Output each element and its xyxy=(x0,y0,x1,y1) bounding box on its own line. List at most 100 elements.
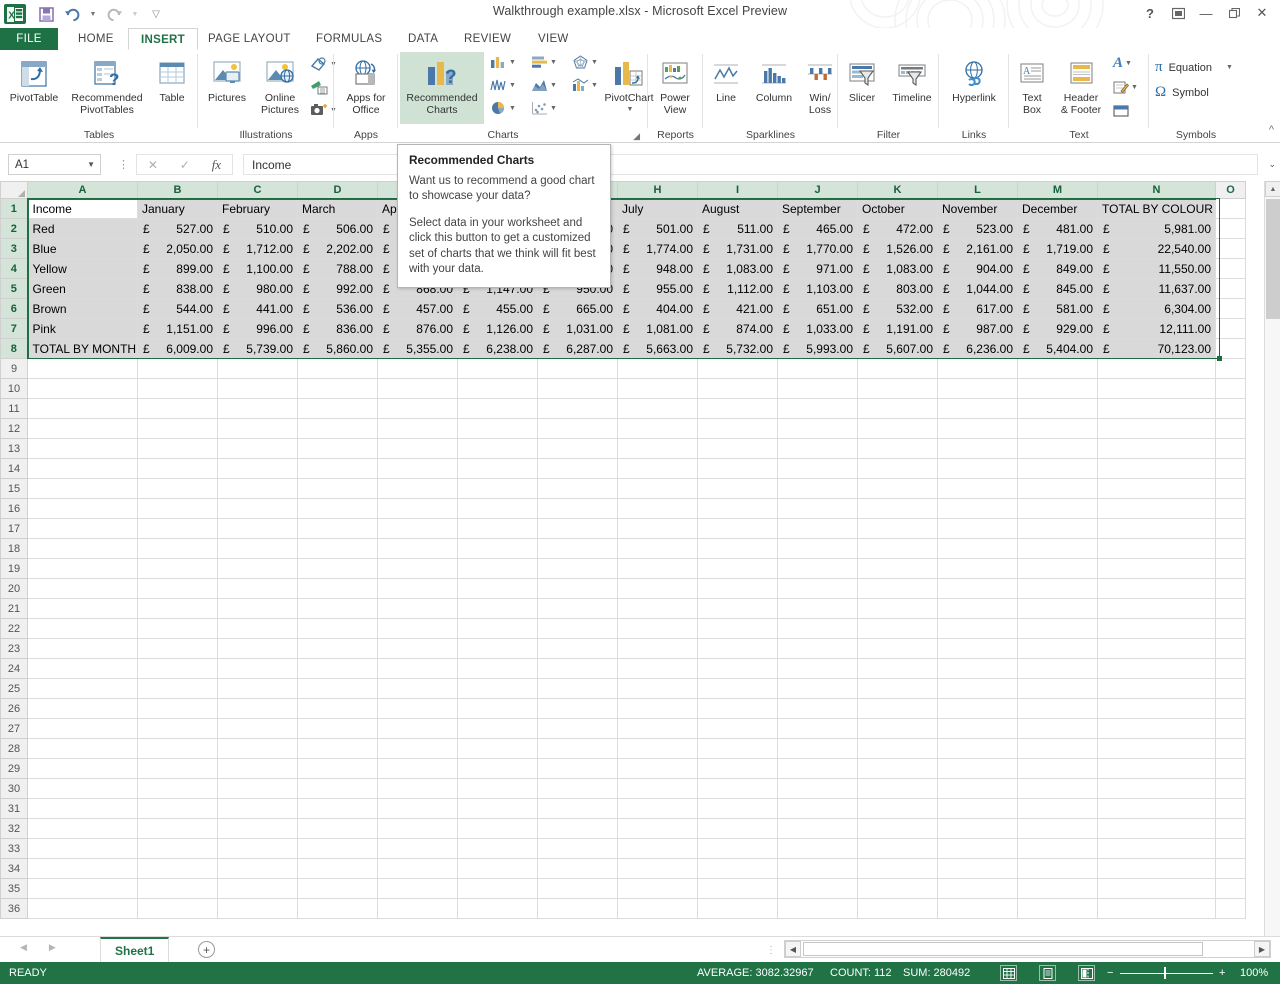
next-sheet-icon[interactable]: ▶ xyxy=(49,942,56,953)
cell-A9[interactable] xyxy=(28,359,138,379)
cell-N31[interactable] xyxy=(1098,799,1216,819)
cell-A34[interactable] xyxy=(28,859,138,879)
cell-N23[interactable] xyxy=(1098,639,1216,659)
cell-F16[interactable] xyxy=(458,499,538,519)
cell-K20[interactable] xyxy=(858,579,938,599)
cell-J15[interactable] xyxy=(778,479,858,499)
cancel-formula-icon[interactable]: ✕ xyxy=(148,158,158,172)
name-box[interactable]: A1 ▼ xyxy=(8,154,101,175)
text-box-button[interactable]: A Text Box xyxy=(1011,52,1053,120)
cell-F18[interactable] xyxy=(458,539,538,559)
cell-B29[interactable] xyxy=(138,759,218,779)
cell-C3[interactable]: £1,712.00 xyxy=(218,239,298,259)
cell-J4[interactable]: £971.00 xyxy=(778,259,858,279)
cell-G25[interactable] xyxy=(538,679,618,699)
cell-I13[interactable] xyxy=(698,439,778,459)
tab-data[interactable]: DATA xyxy=(396,28,450,50)
cell-H18[interactable] xyxy=(618,539,698,559)
cell-N17[interactable] xyxy=(1098,519,1216,539)
cell-N27[interactable] xyxy=(1098,719,1216,739)
tab-formulas[interactable]: FORMULAS xyxy=(304,28,394,50)
cell-F36[interactable] xyxy=(458,899,538,919)
cell-B27[interactable] xyxy=(138,719,218,739)
cell-C19[interactable] xyxy=(218,559,298,579)
cell-L24[interactable] xyxy=(938,659,1018,679)
chevron-down-icon[interactable]: ▼ xyxy=(591,82,598,89)
cell-B13[interactable] xyxy=(138,439,218,459)
cell-N25[interactable] xyxy=(1098,679,1216,699)
cell-K13[interactable] xyxy=(858,439,938,459)
row-header-14[interactable]: 14 xyxy=(1,459,28,479)
cell-I11[interactable] xyxy=(698,399,778,419)
cell-D2[interactable]: £506.00 xyxy=(298,219,378,239)
cell-D20[interactable] xyxy=(298,579,378,599)
cell-F9[interactable] xyxy=(458,359,538,379)
cell-J2[interactable]: £465.00 xyxy=(778,219,858,239)
cell-M20[interactable] xyxy=(1018,579,1098,599)
cell-H10[interactable] xyxy=(618,379,698,399)
cell-O6[interactable] xyxy=(1216,299,1246,319)
cell-M31[interactable] xyxy=(1018,799,1098,819)
cell-I15[interactable] xyxy=(698,479,778,499)
cell-H19[interactable] xyxy=(618,559,698,579)
cell-F7[interactable]: £1,126.00 xyxy=(458,319,538,339)
cell-M23[interactable] xyxy=(1018,639,1098,659)
cell-N2[interactable]: £5,981.00 xyxy=(1098,219,1216,239)
cell-D21[interactable] xyxy=(298,599,378,619)
cell-L36[interactable] xyxy=(938,899,1018,919)
cell-K1[interactable]: October xyxy=(858,199,938,219)
cell-J22[interactable] xyxy=(778,619,858,639)
cell-I1[interactable]: August xyxy=(698,199,778,219)
hyperlink-button[interactable]: Hyperlink xyxy=(941,52,1007,120)
tab-home[interactable]: HOME xyxy=(66,28,126,50)
cell-K21[interactable] xyxy=(858,599,938,619)
cell-H2[interactable]: £501.00 xyxy=(618,219,698,239)
cell-E33[interactable] xyxy=(378,839,458,859)
cell-F35[interactable] xyxy=(458,879,538,899)
cell-F26[interactable] xyxy=(458,699,538,719)
cell-C12[interactable] xyxy=(218,419,298,439)
cell-F17[interactable] xyxy=(458,519,538,539)
cell-I4[interactable]: £1,083.00 xyxy=(698,259,778,279)
cell-M19[interactable] xyxy=(1018,559,1098,579)
column-header-d[interactable]: D xyxy=(298,182,378,199)
cell-E34[interactable] xyxy=(378,859,458,879)
cell-O32[interactable] xyxy=(1216,819,1246,839)
cell-G10[interactable] xyxy=(538,379,618,399)
cell-C10[interactable] xyxy=(218,379,298,399)
cell-M5[interactable]: £845.00 xyxy=(1018,279,1098,299)
column-header-b[interactable]: B xyxy=(138,182,218,199)
cell-L8[interactable]: £6,236.00 xyxy=(938,339,1018,359)
row-header-21[interactable]: 21 xyxy=(1,599,28,619)
cell-B12[interactable] xyxy=(138,419,218,439)
cell-O7[interactable] xyxy=(1216,319,1246,339)
cell-H20[interactable] xyxy=(618,579,698,599)
cell-D8[interactable]: £5,860.00 xyxy=(298,339,378,359)
cell-G20[interactable] xyxy=(538,579,618,599)
cell-K14[interactable] xyxy=(858,459,938,479)
cell-G13[interactable] xyxy=(538,439,618,459)
cell-H13[interactable] xyxy=(618,439,698,459)
cell-N15[interactable] xyxy=(1098,479,1216,499)
row-header-35[interactable]: 35 xyxy=(1,879,28,899)
scroll-up-button[interactable]: ▲ xyxy=(1265,181,1280,197)
cell-D19[interactable] xyxy=(298,559,378,579)
cell-C32[interactable] xyxy=(218,819,298,839)
cell-J34[interactable] xyxy=(778,859,858,879)
cell-L34[interactable] xyxy=(938,859,1018,879)
insert-bar-chart-button[interactable]: ▼ xyxy=(531,55,557,69)
zoom-in-button[interactable]: + xyxy=(1219,967,1225,979)
cell-C1[interactable]: February xyxy=(218,199,298,219)
cell-I19[interactable] xyxy=(698,559,778,579)
row-header-6[interactable]: 6 xyxy=(1,299,28,319)
cell-C28[interactable] xyxy=(218,739,298,759)
cell-N34[interactable] xyxy=(1098,859,1216,879)
cell-C36[interactable] xyxy=(218,899,298,919)
cell-D15[interactable] xyxy=(298,479,378,499)
cell-D4[interactable]: £788.00 xyxy=(298,259,378,279)
cell-L7[interactable]: £987.00 xyxy=(938,319,1018,339)
cell-D32[interactable] xyxy=(298,819,378,839)
cell-A18[interactable] xyxy=(28,539,138,559)
cell-I32[interactable] xyxy=(698,819,778,839)
cell-H29[interactable] xyxy=(618,759,698,779)
